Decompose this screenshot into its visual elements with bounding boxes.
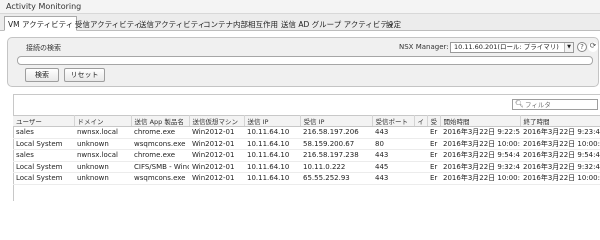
column-header-dest-ip[interactable]: 受信 IP bbox=[300, 115, 373, 127]
cell-recv: Er bbox=[427, 138, 440, 150]
column-header-end-time[interactable]: 終了時間 bbox=[520, 115, 600, 127]
tab-settings[interactable]: 設定 bbox=[383, 17, 404, 31]
column-header-source-vm[interactable]: 送信仮想マシン bbox=[189, 115, 245, 127]
cell-source-ip: 10.11.64.10 bbox=[244, 126, 300, 139]
column-header-dest-port[interactable]: 受信ポート bbox=[372, 115, 415, 127]
cell-start-time: 2016年3月22日 9:22:55 bbox=[440, 126, 520, 139]
cell-user: sales bbox=[13, 126, 74, 139]
cell-source-vm: Win2012-01 bbox=[189, 149, 244, 162]
column-header-app[interactable]: 送信 App 製品名 bbox=[131, 115, 190, 127]
cell-app: chrome.exe bbox=[131, 149, 189, 162]
window-title: Activity Monitoring bbox=[6, 2, 82, 11]
tab-bar: VM アクティビティ 受信アクティビティ 送信アクティビティ コンテナ内部相互作… bbox=[0, 14, 600, 31]
cell-i bbox=[414, 138, 427, 150]
magnifier-icon: 🔍︎ bbox=[515, 100, 524, 108]
refresh-icon[interactable]: ⟳ bbox=[588, 42, 598, 52]
tab-intra-container[interactable]: コンテナ内部相互作用 bbox=[200, 17, 281, 31]
tab-outbound-activity[interactable]: 送信アクティビティ bbox=[136, 17, 208, 31]
column-header-i[interactable]: イ bbox=[414, 115, 428, 127]
cell-dest-ip: 10.11.0.222 bbox=[300, 161, 372, 173]
cell-source-vm: Win2012-01 bbox=[189, 126, 244, 139]
cell-domain: nwnsx.local bbox=[74, 126, 131, 139]
cell-i bbox=[414, 161, 427, 173]
column-header-source-ip[interactable]: 送信 IP bbox=[244, 115, 301, 127]
cell-recv: Er bbox=[427, 126, 440, 139]
cell-app: wsqmcons.exe bbox=[131, 172, 189, 185]
search-button[interactable]: 検索 bbox=[25, 68, 59, 82]
cell-dest-port: 443 bbox=[372, 172, 414, 185]
cell-user: sales bbox=[13, 149, 74, 162]
help-icon[interactable]: ? bbox=[577, 42, 587, 52]
cell-start-time: 2016年3月22日 10:00:01 bbox=[440, 172, 520, 185]
window-titlebar: Activity Monitoring bbox=[0, 0, 600, 14]
cell-dest-ip: 216.58.197.238 bbox=[300, 149, 372, 162]
cell-dest-port: 443 bbox=[372, 126, 414, 139]
cell-dest-ip: 58.159.200.67 bbox=[300, 138, 372, 150]
cell-start-time: 2016年3月22日 10:00:19 bbox=[440, 138, 520, 150]
cell-end-time: 2016年3月22日 10:00:42 bbox=[520, 172, 600, 185]
cell-user: Local System bbox=[13, 138, 74, 150]
table-row[interactable]: sales nwnsx.local chrome.exe Win2012-01 … bbox=[13, 149, 600, 162]
table-row[interactable]: Local System unknown wsqmcons.exe Win201… bbox=[13, 138, 600, 150]
cell-i bbox=[414, 126, 427, 139]
table-header-row: ユーザー ドメイン 送信 App 製品名 送信仮想マシン 送信 IP 受信 IP… bbox=[13, 115, 600, 127]
grid-filter-input[interactable] bbox=[525, 100, 595, 109]
chevron-down-icon: ▼ bbox=[564, 43, 573, 52]
cell-dest-port: 445 bbox=[372, 161, 414, 173]
cell-source-vm: Win2012-01 bbox=[189, 138, 244, 150]
cell-app: CIFS/SMB - Winc bbox=[131, 161, 189, 173]
nsx-manager-value: 10.11.60.201(ロール: プライマリ) bbox=[454, 43, 559, 51]
nsx-manager-label: NSX Manager: bbox=[399, 43, 449, 51]
cell-app: chrome.exe bbox=[131, 126, 189, 139]
cell-source-vm: Win2012-01 bbox=[189, 172, 244, 185]
cell-end-time: 2016年3月22日 9:23:42 bbox=[520, 126, 600, 139]
cell-end-time: 2016年3月22日 9:54:42 bbox=[520, 149, 600, 162]
tab-vm-activity[interactable]: VM アクティビティ bbox=[4, 16, 78, 31]
tab-inbound-activity[interactable]: 受信アクティビティ bbox=[72, 17, 144, 31]
table-row[interactable]: Local System unknown CIFS/SMB - Winc Win… bbox=[13, 161, 600, 173]
cell-i bbox=[414, 149, 427, 162]
cell-source-vm: Win2012-01 bbox=[189, 161, 244, 173]
cell-i bbox=[414, 172, 427, 185]
cell-dest-port: 443 bbox=[372, 149, 414, 162]
grid-filter-box[interactable]: 🔍︎ bbox=[512, 99, 598, 110]
cell-app: wsqmcons.exe bbox=[131, 138, 189, 150]
filter-slider[interactable] bbox=[17, 56, 593, 65]
cell-domain: unknown bbox=[74, 172, 131, 185]
cell-user: Local System bbox=[13, 172, 74, 185]
cell-start-time: 2016年3月22日 9:32:40 bbox=[440, 161, 520, 173]
cell-recv: Er bbox=[427, 172, 440, 185]
tab-outbound-ad-group[interactable]: 送信 AD グループ アクティビティ bbox=[278, 17, 398, 31]
cell-domain: nwnsx.local bbox=[74, 149, 131, 162]
cell-domain: unknown bbox=[74, 161, 131, 173]
cell-start-time: 2016年3月22日 9:54:40 bbox=[440, 149, 520, 162]
cell-dest-ip: 216.58.197.206 bbox=[300, 126, 372, 139]
cell-dest-ip: 65.55.252.93 bbox=[300, 172, 372, 185]
cell-source-ip: 10.11.64.10 bbox=[244, 138, 300, 150]
search-connections-label: 接続の検索 bbox=[26, 44, 61, 52]
cell-source-ip: 10.11.64.10 bbox=[244, 172, 300, 185]
column-header-start-time[interactable]: 開始時間 bbox=[440, 115, 521, 127]
cell-end-time: 2016年3月22日 10:00:42 bbox=[520, 138, 600, 150]
column-header-user[interactable]: ユーザー bbox=[13, 115, 75, 127]
cell-source-ip: 10.11.64.10 bbox=[244, 161, 300, 173]
cell-end-time: 2016年3月22日 9:32:42 bbox=[520, 161, 600, 173]
column-header-recv[interactable]: 受 bbox=[427, 115, 441, 127]
cell-recv: Er bbox=[427, 161, 440, 173]
cell-user: Local System bbox=[13, 161, 74, 173]
table-row[interactable]: Local System unknown wsqmcons.exe Win201… bbox=[13, 172, 600, 185]
column-header-domain[interactable]: ドメイン bbox=[74, 115, 132, 127]
cell-dest-port: 80 bbox=[372, 138, 414, 150]
cell-recv: Er bbox=[427, 149, 440, 162]
activity-table: ユーザー ドメイン 送信 App 製品名 送信仮想マシン 送信 IP 受信 IP… bbox=[13, 115, 600, 185]
nsx-manager-select[interactable]: 10.11.60.201(ロール: プライマリ) ▼ bbox=[450, 42, 574, 53]
cell-domain: unknown bbox=[74, 138, 131, 150]
cell-source-ip: 10.11.64.10 bbox=[244, 149, 300, 162]
reset-button[interactable]: リセット bbox=[64, 68, 105, 82]
table-row[interactable]: sales nwnsx.local chrome.exe Win2012-01 … bbox=[13, 126, 600, 139]
